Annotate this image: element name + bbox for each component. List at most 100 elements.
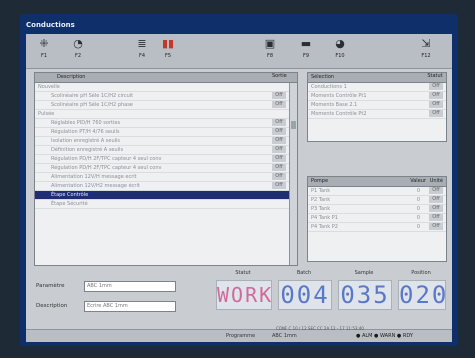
list-item[interactable]: Pulsée xyxy=(35,110,289,119)
clock-icon: ◔ xyxy=(73,37,83,50)
parameter-field[interactable]: ABC 1mm xyxy=(84,281,176,292)
selection-status: Off xyxy=(429,110,443,117)
monitor-screen: Conductions ⁜ F1 ◔ F2 ≣ F4 ▮▮ F5 ▣ F8 ▬ F9 ◕ F10 ⇲ F12 … xyxy=(20,14,458,346)
toolbar-button-label: F1 xyxy=(40,53,48,59)
list-item-value: Off xyxy=(272,101,286,108)
list-item-label: Réglables PID/H 760 sorties xyxy=(51,120,121,126)
list-item[interactable]: Définition enregistré A seuils Off xyxy=(35,146,289,155)
parameter-label: Paramètre xyxy=(36,283,65,289)
list-item[interactable]: Étape Contrôle xyxy=(35,191,289,200)
column-statut[interactable]: Statut xyxy=(427,73,443,80)
selection-row[interactable]: Moments Contrôle Pt2 Off xyxy=(308,110,446,119)
toolbar-button-1[interactable]: ⁜ F1 xyxy=(32,37,56,65)
list-item[interactable]: Réglables PID/H 760 sorties Off xyxy=(35,119,289,128)
pump-label: P4 Tank P2 xyxy=(311,224,338,230)
pump-unit: Off xyxy=(429,214,443,221)
window-title: Conductions xyxy=(26,21,75,29)
toolbar-button-label: F10 xyxy=(335,53,345,59)
main-list-scrollbar[interactable] xyxy=(289,83,297,265)
pump-label: P4 Tank P1 xyxy=(311,215,338,221)
list-item-label: Régulation PD/H 2F/TPC capteur 4 seul co… xyxy=(51,156,162,162)
list-item[interactable]: Régulation PT/H 4/76 seuils Off xyxy=(35,128,289,137)
right-bottom-panel: Pompe Valeur Unité P1 Tank 0 Off P2 Tank 0 Of… xyxy=(307,176,447,262)
indicator-lights: ● ALM ● WARN ● RDY xyxy=(356,333,413,339)
selection-row[interactable]: Moments Base 2.1 Off xyxy=(308,101,446,110)
selection-row[interactable]: Moments Contrôle Pt1 Off xyxy=(308,92,446,101)
list-item-value: Off xyxy=(272,173,286,180)
list-item[interactable]: Scolinéaire pH Séle 1C/H2 circuit Off xyxy=(35,92,289,101)
selection-status: Off xyxy=(429,101,443,108)
main-list-panel: Description Sortie Nouvelle Scolinéaire p… xyxy=(34,72,298,266)
selection-label: Moments Base 2.1 xyxy=(311,102,358,108)
right-bottom-header: Pompe Valeur Unité xyxy=(308,177,446,187)
toolbar-button-label: F8 xyxy=(266,53,274,59)
list-item-value: Off xyxy=(272,146,286,153)
toolbar-button-7[interactable]: ◕ F10 xyxy=(328,37,352,65)
column-unite[interactable]: Unité xyxy=(430,177,443,186)
list-item[interactable]: Régulation PD/H 2F/TPC capteur 4 seul co… xyxy=(35,164,289,173)
toolbar-button-5[interactable]: ▣ F8 xyxy=(258,37,282,65)
toolbar: ⁜ F1 ◔ F2 ≣ F4 ▮▮ F5 ▣ F8 ▬ F9 ◕ F10 ⇲ F12 xyxy=(26,34,452,69)
toolbar-button-6[interactable]: ▬ F9 xyxy=(294,37,318,65)
list-item[interactable]: Nouvelle xyxy=(35,83,289,92)
main-list-header: Description Sortie xyxy=(35,73,297,83)
list-item-value: Off xyxy=(272,182,286,189)
column-valeur[interactable]: Valeur xyxy=(410,177,426,186)
toolbar-button-label: F5 xyxy=(164,53,172,59)
list-item-value: Off xyxy=(272,119,286,126)
exit-icon: ⇲ xyxy=(421,37,431,50)
pump-unit: Off xyxy=(429,196,443,203)
column-selection[interactable]: Sélection xyxy=(308,74,334,80)
toolbar-button-8[interactable]: ⇲ F12 xyxy=(414,37,438,65)
stop-icon: ▮▮ xyxy=(161,37,175,50)
list-item-label: Scolinéaire pH Séle 1C/H2 circuit xyxy=(51,93,134,99)
pump-unit: Off xyxy=(429,205,443,212)
column-pompe[interactable]: Pompe xyxy=(308,178,328,184)
tool-icon: ▬ xyxy=(300,37,312,50)
selection-row[interactable]: Conductions 1 Off xyxy=(308,83,446,92)
list-item[interactable]: Étape Sécurité xyxy=(35,200,289,209)
display-label: Statut xyxy=(235,270,251,276)
scroll-thumb[interactable] xyxy=(291,121,296,129)
pump-row[interactable]: P4 Tank P1 0 Off xyxy=(308,214,446,223)
toolbar-button-label: F9 xyxy=(302,53,310,59)
list-item[interactable]: Alimentation 12V/H2 message écrit Off xyxy=(35,182,289,191)
pump-row[interactable]: P4 Tank P2 0 Off xyxy=(308,223,446,232)
column-sortie[interactable]: Sortie xyxy=(272,73,287,80)
status-bar: Programme ABC 1mm ● ALM ● WARN ● RDY CON… xyxy=(26,326,452,342)
display-label: Sample xyxy=(354,270,374,276)
pump-row[interactable]: P3 Tank 0 Off xyxy=(308,205,446,214)
list-item-label: Isolation enregistré A seuils xyxy=(51,138,121,144)
right-top-rows: Conductions 1 Off Moments Contrôle Pt1 Off M… xyxy=(308,83,446,119)
pump-value: 0 xyxy=(416,206,420,212)
pump-unit: Off xyxy=(429,187,443,194)
list-item-label: Alimentation 12V/H message ecrit xyxy=(51,174,137,180)
selection-label: Conductions 1 xyxy=(311,84,347,90)
status-detail: CONF C 10 / 12 SEC CC 2A 12 - 17 11:53:4… xyxy=(276,326,364,331)
list-item-value: Off xyxy=(272,128,286,135)
list-item-label: Pulsée xyxy=(38,111,55,117)
list-item[interactable]: Alimentation 12V/H message ecrit Off xyxy=(35,173,289,182)
selection-status: Off xyxy=(429,92,443,99)
right-bottom-rows: P1 Tank 0 Off P2 Tank 0 Off P3 Tank 0 Off P4 Tank… xyxy=(308,187,446,232)
pump-row[interactable]: P2 Tank 0 Off xyxy=(308,196,446,205)
list-item-label: Étape Sécurité xyxy=(51,201,88,207)
list-item[interactable]: Régulation PD/H 2F/TPC capteur 4 seul co… xyxy=(35,155,289,164)
display-label: Position xyxy=(411,270,431,276)
list-item-label: Définition enregistré A seuils xyxy=(51,147,124,153)
toolbar-button-4[interactable]: ▮▮ F5 xyxy=(156,37,180,65)
pump-label: P1 Tank xyxy=(311,188,331,194)
list-item[interactable]: Scolinéaire pH Séle 1C/H2 phase Off xyxy=(35,101,289,110)
column-description[interactable]: Description xyxy=(35,74,85,80)
toolbar-button-3[interactable]: ≣ F4 xyxy=(130,37,154,65)
pump-row[interactable]: P1 Tank 0 Off xyxy=(308,187,446,196)
toolbar-button-label: F12 xyxy=(421,53,431,59)
toolbar-button-label: F4 xyxy=(138,53,146,59)
display-value: 035 xyxy=(338,280,392,310)
list-item[interactable]: Isolation enregistré A seuils Off xyxy=(35,137,289,146)
list-item-label: Scolinéaire pH Séle 1C/H2 phase xyxy=(51,102,133,108)
pump-value: 0 xyxy=(416,215,420,221)
selection-label: Moments Contrôle Pt1 xyxy=(311,93,367,99)
description-field[interactable]: Ecrire ABC 1mm xyxy=(84,301,176,312)
toolbar-button-2[interactable]: ◔ F2 xyxy=(66,37,90,65)
